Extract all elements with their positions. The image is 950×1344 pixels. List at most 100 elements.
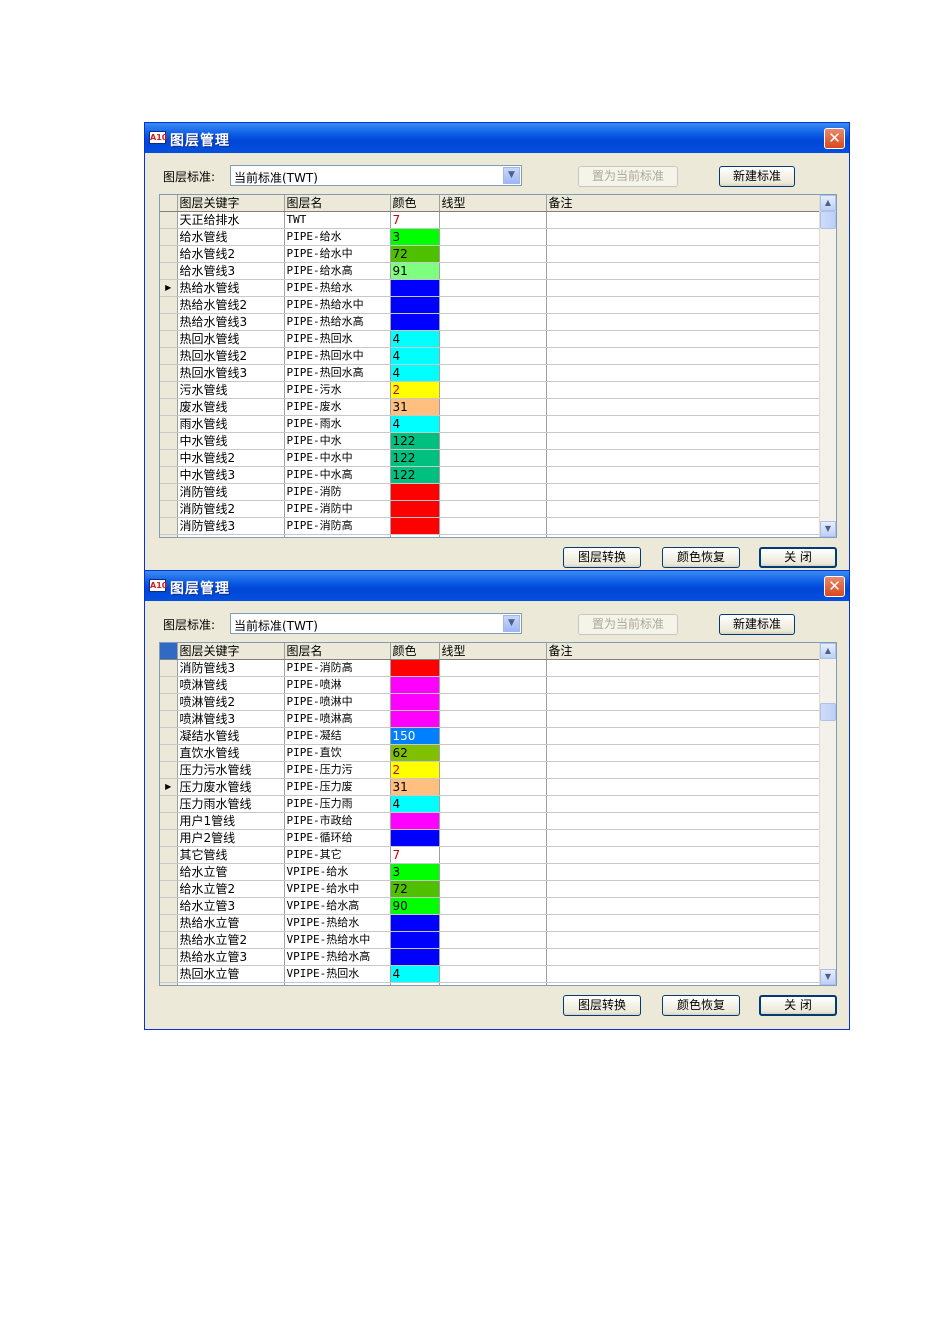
remark-cell[interactable] <box>546 914 822 932</box>
layer-key-cell[interactable]: 给水立管 <box>177 863 285 881</box>
layer-name-cell[interactable]: VPIPE-给水中 <box>284 880 391 898</box>
layer-name-cell[interactable]: PIPE-喷淋高 <box>284 710 391 728</box>
row-selector[interactable] <box>160 347 178 365</box>
color-cell[interactable]: 1 <box>390 517 440 535</box>
row-selector[interactable] <box>160 744 178 762</box>
scroll-down-icon[interactable]: ▼ <box>820 969 836 985</box>
table-row[interactable]: 用户1管线 PIPE-市政给 6 <box>160 812 822 830</box>
layer-key-cell[interactable]: 热回水管线 <box>177 330 285 348</box>
row-selector[interactable] <box>160 245 178 263</box>
layer-name-cell[interactable]: PIPE-热给水 <box>284 279 391 297</box>
color-cell[interactable]: 6 <box>390 693 440 711</box>
remark-cell[interactable] <box>546 812 822 830</box>
close-button[interactable]: 关 闭 <box>759 547 837 568</box>
color-cell[interactable]: 7 <box>390 846 440 864</box>
linetype-cell[interactable] <box>439 880 547 898</box>
table-row[interactable]: 雨水管线 PIPE-雨水 4 <box>160 415 822 433</box>
row-selector[interactable] <box>160 948 178 966</box>
color-cell[interactable]: 6 <box>390 676 440 694</box>
layer-key-cell[interactable]: 压力废水管线 <box>177 778 285 796</box>
linetype-cell[interactable] <box>439 846 547 864</box>
layer-key-cell[interactable]: 雨水管线 <box>177 415 285 433</box>
color-cell[interactable]: 4 <box>390 415 440 433</box>
column-header-remark[interactable]: 备注 <box>546 643 822 660</box>
remark-cell[interactable] <box>546 517 822 535</box>
layer-key-cell[interactable]: 消防管线 <box>177 483 285 501</box>
remark-cell[interactable] <box>546 279 822 297</box>
linetype-cell[interactable] <box>439 931 547 949</box>
layer-name-cell[interactable]: PIPE-直饮 <box>284 744 391 762</box>
layer-key-cell[interactable]: 直饮水管线 <box>177 744 285 762</box>
linetype-cell[interactable] <box>439 330 547 348</box>
column-header-remark[interactable]: 备注 <box>546 195 822 212</box>
row-selector[interactable] <box>160 965 178 983</box>
layer-name-cell[interactable]: PIPE-压力废 <box>284 778 391 796</box>
row-selector[interactable] <box>160 693 178 711</box>
table-row[interactable]: ▶ 压力废水管线 PIPE-压力废 31 <box>160 778 822 796</box>
color-cell[interactable]: 3 <box>390 863 440 881</box>
table-row[interactable]: 给水管线3 PIPE-给水高 91 <box>160 262 822 280</box>
linetype-cell[interactable] <box>439 965 547 983</box>
color-cell[interactable]: 4 <box>390 330 440 348</box>
row-selector[interactable] <box>160 517 178 535</box>
column-header-key[interactable]: 图层关键字 <box>177 643 285 660</box>
table-row[interactable]: 热给水管线2 PIPE-热给水中 5 <box>160 296 822 314</box>
layer-name-cell[interactable]: VPIPE-给水 <box>284 863 391 881</box>
layer-key-cell[interactable]: 热给水管线3 <box>177 313 285 331</box>
title-bar[interactable]: A10 图层管理 ✕ <box>145 571 849 601</box>
layer-key-cell[interactable]: 喷淋管线3 <box>177 710 285 728</box>
linetype-cell[interactable] <box>439 313 547 331</box>
color-cell[interactable]: 5 <box>390 313 440 331</box>
remark-cell[interactable] <box>546 676 822 694</box>
table-row[interactable]: 凝结水管线 PIPE-凝结 150 <box>160 727 822 745</box>
layer-key-cell[interactable]: 热给水立管3 <box>177 948 285 966</box>
color-cell[interactable]: 122 <box>390 432 440 450</box>
layer-name-cell[interactable]: PIPE-雨水 <box>284 415 391 433</box>
table-row[interactable]: 给水立管2 VPIPE-给水中 72 <box>160 880 822 898</box>
color-restore-button[interactable]: 颜色恢复 <box>662 995 740 1016</box>
color-cell[interactable]: 1 <box>390 500 440 518</box>
layer-key-cell[interactable]: 热回水管线2 <box>177 347 285 365</box>
column-header-key[interactable]: 图层关键字 <box>177 195 285 212</box>
chevron-down-icon[interactable]: ▼ <box>503 167 520 184</box>
linetype-cell[interactable] <box>439 829 547 847</box>
remark-cell[interactable] <box>546 880 822 898</box>
row-selector[interactable]: ▶ <box>160 778 178 796</box>
color-cell[interactable]: 4 <box>390 347 440 365</box>
remark-cell[interactable] <box>546 347 822 365</box>
chevron-down-icon[interactable]: ▼ <box>503 615 520 632</box>
color-cell[interactable]: 31 <box>390 778 440 796</box>
layer-name-cell[interactable]: PIPE-给水 <box>284 228 391 246</box>
row-selector[interactable] <box>160 710 178 728</box>
scroll-up-icon[interactable]: ▲ <box>820 195 836 211</box>
linetype-cell[interactable] <box>439 727 547 745</box>
linetype-cell[interactable] <box>439 364 547 382</box>
table-row[interactable]: 热回水立管 VPIPE-热回水 4 <box>160 965 822 983</box>
color-cell[interactable]: 90 <box>390 897 440 915</box>
color-cell[interactable]: 1 <box>390 483 440 501</box>
linetype-cell[interactable] <box>439 381 547 399</box>
color-cell[interactable]: 4 <box>390 364 440 382</box>
layer-key-cell[interactable]: 给水立管2 <box>177 880 285 898</box>
color-cell[interactable]: 4 <box>390 965 440 983</box>
row-selector[interactable] <box>160 829 178 847</box>
layer-key-cell[interactable]: 污水管线 <box>177 381 285 399</box>
linetype-cell[interactable] <box>439 211 547 229</box>
linetype-cell[interactable] <box>439 710 547 728</box>
layer-name-cell[interactable]: VPIPE-热回水 <box>284 965 391 983</box>
row-selector[interactable] <box>160 228 178 246</box>
linetype-cell[interactable] <box>439 897 547 915</box>
remark-cell[interactable] <box>546 483 822 501</box>
color-cell[interactable]: 31 <box>390 398 440 416</box>
header-selector[interactable] <box>160 643 178 660</box>
remark-cell[interactable] <box>546 863 822 881</box>
linetype-cell[interactable] <box>439 914 547 932</box>
close-icon[interactable]: ✕ <box>824 128 845 149</box>
remark-cell[interactable] <box>546 432 822 450</box>
linetype-cell[interactable] <box>439 245 547 263</box>
table-row[interactable]: 给水立管 VPIPE-给水 3 <box>160 863 822 881</box>
layer-key-cell[interactable]: 热给水管线 <box>177 279 285 297</box>
remark-cell[interactable] <box>546 500 822 518</box>
remark-cell[interactable] <box>546 296 822 314</box>
remark-cell[interactable] <box>546 313 822 331</box>
